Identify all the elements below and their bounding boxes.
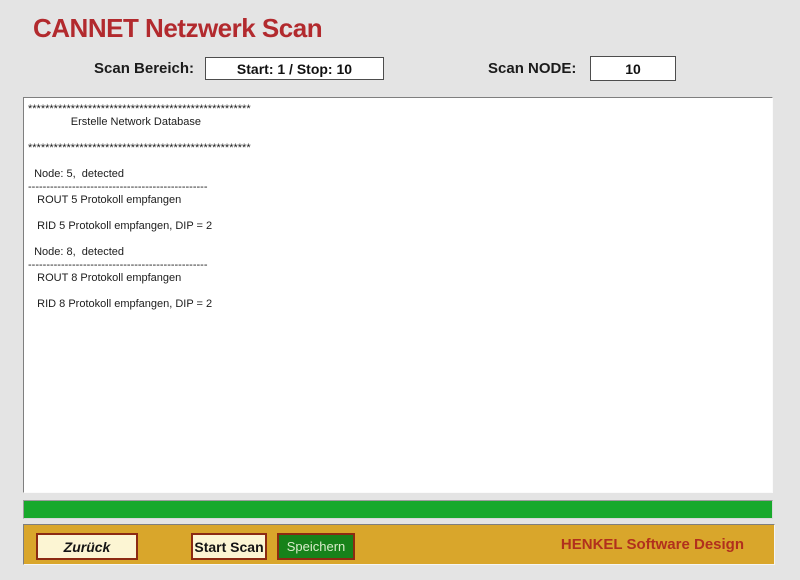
scan-progress-bar [23,500,773,519]
page-title: CANNET Netzwerk Scan [33,13,322,44]
start-scan-button[interactable]: Start Scan [191,533,267,560]
brand-text: HENKEL Software Design [561,525,744,564]
scan-range-field[interactable]: Start: 1 / Stop: 10 [205,57,384,80]
footer-toolbar: Zurück Start Scan Speichern HENKEL Softw… [23,524,775,565]
scan-log-text: ****************************************… [24,98,772,311]
scan-node-label: Scan NODE: [488,60,576,77]
scan-log-output[interactable]: ****************************************… [23,97,773,493]
cannet-scan-window: { "title": "CANNET Netzwerk Scan", "scan… [0,0,800,580]
save-button[interactable]: Speichern [277,533,355,560]
scan-node-input[interactable]: 10 [590,56,676,81]
back-button[interactable]: Zurück [36,533,138,560]
scan-range-label: Scan Bereich: [94,60,194,77]
